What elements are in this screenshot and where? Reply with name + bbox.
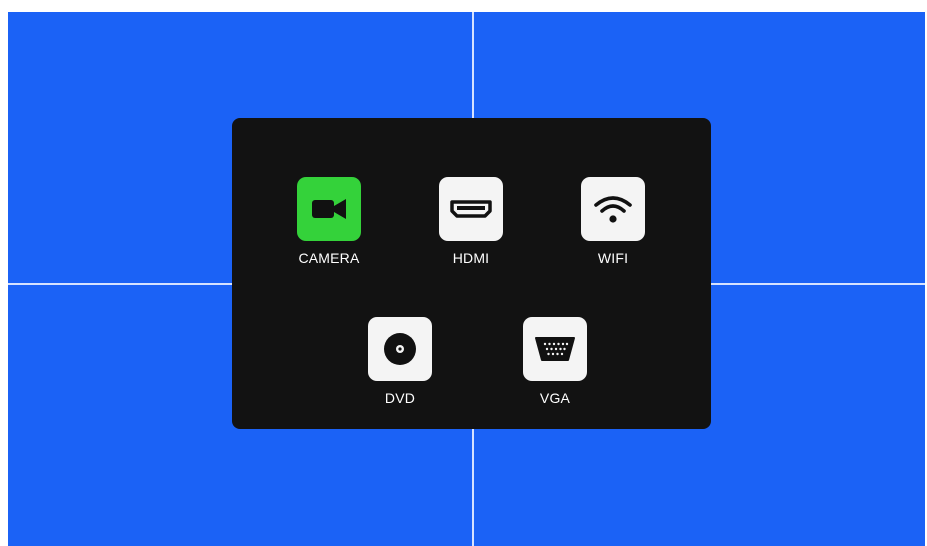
source-item-wifi[interactable]: WIFI: [558, 177, 668, 277]
source-tile-hdmi[interactable]: [439, 177, 503, 241]
source-item-vga[interactable]: VGA: [500, 317, 610, 417]
display-screen: CAMERA HDMI WIFI DVD VGA: [8, 12, 925, 546]
hdmi-icon: [449, 199, 493, 219]
input-source-menu: CAMERA HDMI WIFI DVD VGA: [232, 118, 711, 429]
source-label: VGA: [539, 390, 571, 406]
vga-port-icon: [534, 335, 576, 363]
camera-icon: [309, 195, 349, 223]
source-tile-dvd[interactable]: [368, 317, 432, 381]
source-label: CAMERA: [298, 250, 360, 266]
source-tile-camera[interactable]: [297, 177, 361, 241]
source-label: WIFI: [597, 250, 629, 266]
source-tile-vga[interactable]: [523, 317, 587, 381]
source-label: DVD: [384, 390, 416, 406]
source-label: HDMI: [452, 250, 490, 266]
wifi-icon: [593, 193, 633, 225]
source-item-dvd[interactable]: DVD: [345, 317, 455, 417]
source-tile-wifi[interactable]: [581, 177, 645, 241]
source-item-camera[interactable]: CAMERA: [274, 177, 384, 277]
disc-icon: [380, 329, 420, 369]
source-item-hdmi[interactable]: HDMI: [416, 177, 526, 277]
